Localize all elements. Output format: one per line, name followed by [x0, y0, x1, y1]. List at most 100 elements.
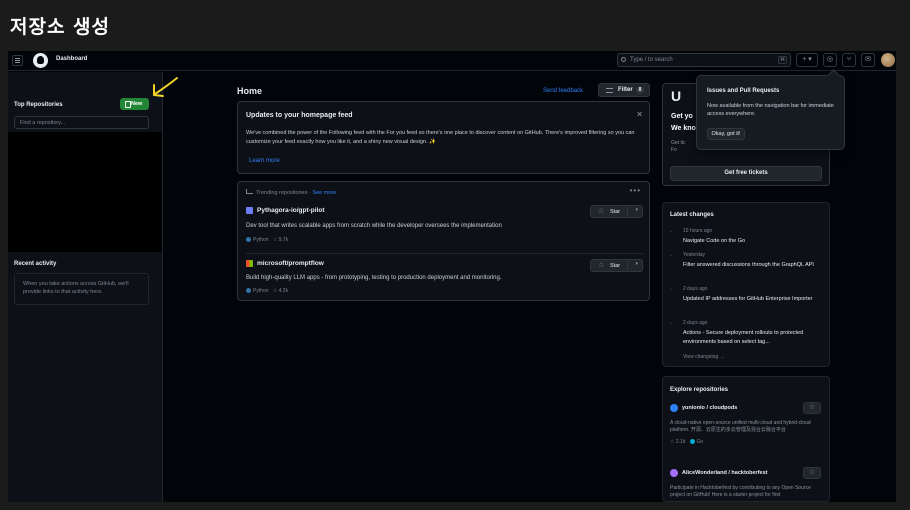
trending-chart-icon: [246, 189, 253, 194]
explore-repo-description: Participate in Hacktoberfest by contribu…: [670, 485, 811, 498]
repo-stars: 9.7k: [278, 237, 289, 243]
universe-logo: U: [671, 88, 682, 104]
pull-requests-icon[interactable]: ⑂: [842, 53, 856, 67]
star-button[interactable]: ☆: [803, 467, 821, 479]
view-changelog-link[interactable]: View changelog →: [683, 354, 725, 360]
issues-icon[interactable]: ◎: [823, 53, 837, 67]
repo-owner-icon: [246, 260, 253, 267]
star-icon: ☆: [272, 237, 278, 243]
timeline-bullet-icon: ◦: [670, 321, 672, 327]
trending-title: Trending repositories: [256, 190, 308, 196]
language-dot-icon: [246, 237, 251, 242]
explore-repo-name[interactable]: AliceWonderland / hacktoberfest: [682, 470, 767, 476]
change-text[interactable]: Updated IP addresses for GitHub Enterpri…: [683, 295, 823, 304]
latest-changes-card: Latest changes ◦ 19 hours ago Navigate C…: [662, 202, 830, 367]
issues-pr-tooltip: Issues and Pull Requests Now available f…: [696, 75, 845, 150]
language-dot-icon: [689, 439, 695, 444]
dashboard-breadcrumb[interactable]: Dashboard: [56, 56, 87, 62]
get-free-tickets-button[interactable]: Get free tickets: [670, 166, 822, 181]
repo-owner-icon: [246, 207, 253, 214]
update-card-title: Updates to your homepage feed: [246, 112, 353, 119]
chevron-down-icon[interactable]: ▾: [635, 261, 638, 267]
explore-repositories-card: Explore repositories yunionio / cloudpod…: [662, 376, 830, 502]
repo-meta: Python ☆ 9.7k: [246, 237, 288, 243]
star-icon: ☆: [598, 262, 605, 269]
promo-headline: Get yo: [671, 113, 693, 120]
inbox-icon[interactable]: ✉: [861, 53, 875, 67]
recent-activity-empty: When you take actions across GitHub, we'…: [14, 273, 149, 305]
recent-activity-heading: Recent activity: [14, 261, 57, 267]
repo-stars: 4.2k: [278, 288, 289, 294]
repo-name-link[interactable]: Pythagora-io/gpt-pilot: [257, 207, 325, 214]
create-new-button[interactable]: + ▾: [796, 53, 818, 67]
annotation-arrow-icon: [153, 77, 178, 97]
repo-avatar: [670, 404, 678, 412]
star-icon: ☆: [670, 439, 675, 445]
star-button[interactable]: ☆ Star ▾: [590, 205, 643, 218]
top-navigation-bar: Dashboard Type / to search ⌘ + ▾ ◎ ⑂ ✉: [8, 51, 896, 71]
send-feedback-link[interactable]: Send feedback: [543, 88, 583, 94]
tooltip-title: Issues and Pull Requests: [707, 88, 780, 94]
trending-repo-item: microsoft/promptflow Build high-quality …: [246, 253, 643, 301]
repo-description: Dev tool that writes scalable apps from …: [246, 223, 502, 229]
chevron-down-icon[interactable]: ▾: [635, 207, 638, 213]
explore-heading: Explore repositories: [670, 387, 729, 393]
home-heading: Home: [237, 86, 263, 96]
search-placeholder: Type / to search: [630, 57, 673, 63]
close-icon[interactable]: ✕: [636, 110, 643, 119]
explore-repo-language: Go: [696, 439, 704, 445]
new-repository-button[interactable]: New: [120, 98, 149, 110]
okay-got-it-button[interactable]: Okay, got it!: [707, 128, 745, 140]
find-repository-input[interactable]: Find a repository...: [14, 116, 149, 129]
star-label: Star: [610, 209, 621, 215]
explore-repo-meta: ☆ 2.1k Go: [670, 439, 703, 445]
repo-meta: Python ☆ 4.2k: [246, 288, 288, 294]
explore-repo-description: A cloud-native open-source unified multi…: [670, 420, 811, 433]
command-palette-icon[interactable]: ⌘: [778, 56, 787, 64]
github-logo-icon[interactable]: [33, 53, 48, 68]
change-time: Yesterday: [683, 252, 706, 258]
more-options-icon[interactable]: •••: [630, 186, 641, 195]
repo-language: Python: [253, 237, 269, 243]
change-text[interactable]: Actions - Secure deployment rollouts to …: [683, 329, 823, 347]
filter-label: Filter: [618, 87, 633, 93]
left-sidebar: Top Repositories New Find a repository..…: [8, 72, 163, 502]
filter-icon: [606, 88, 613, 93]
change-text[interactable]: Filter answered discussions through the …: [683, 261, 823, 270]
hamburger-menu-icon[interactable]: [12, 55, 23, 66]
language-dot-icon: [246, 288, 251, 293]
filter-button[interactable]: Filter 8: [598, 83, 650, 97]
homepage-feed-update-card: Updates to your homepage feed ✕ We've co…: [237, 101, 650, 174]
trending-repo-item: Pythagora-io/gpt-pilot Dev tool that wri…: [246, 205, 643, 253]
trending-repositories-card: Trending repositories · See more ••• Pyt…: [237, 181, 650, 301]
change-time: 19 hours ago: [683, 228, 713, 234]
user-avatar[interactable]: [881, 53, 895, 67]
repo-language: Python: [253, 288, 269, 294]
star-icon: ☆: [272, 288, 278, 294]
star-icon: ☆: [598, 208, 605, 215]
filter-count-badge: 8: [636, 86, 644, 94]
learn-more-link[interactable]: Learn more: [249, 158, 280, 164]
slide-title: 저장소 생성: [10, 16, 111, 38]
repo-description: Build high-quality LLM apps - from proto…: [246, 275, 502, 281]
change-text[interactable]: Navigate Code on the Go: [683, 237, 823, 246]
promo-text: Get tic Fo: [671, 140, 686, 153]
timeline-bullet-icon: ◦: [670, 287, 672, 293]
trending-header: Trending repositories · See more: [246, 189, 336, 196]
github-dashboard-screenshot: Dashboard Type / to search ⌘ + ▾ ◎ ⑂ ✉ T…: [8, 51, 896, 502]
timeline-bullet-icon: ◦: [670, 229, 672, 235]
repository-list-area: [8, 132, 162, 252]
star-button[interactable]: ☆: [803, 402, 821, 414]
change-time: 2 days ago: [683, 286, 708, 292]
search-input[interactable]: Type / to search ⌘: [617, 53, 791, 67]
star-button[interactable]: ☆ Star ▾: [590, 259, 643, 272]
star-label: Star: [610, 263, 621, 269]
explore-repo-name[interactable]: yunionio / cloudpods: [682, 405, 737, 411]
see-more-link[interactable]: See more: [312, 190, 336, 196]
promo-subheadline: We kno: [671, 125, 696, 132]
repo-name-link[interactable]: microsoft/promptflow: [257, 260, 324, 267]
top-repositories-heading: Top Repositories: [14, 102, 63, 108]
update-card-body: We've combined the power of the Followin…: [246, 130, 635, 145]
change-time: 2 days ago: [683, 320, 708, 326]
tooltip-body: Now available from the navigation bar fo…: [707, 103, 834, 117]
